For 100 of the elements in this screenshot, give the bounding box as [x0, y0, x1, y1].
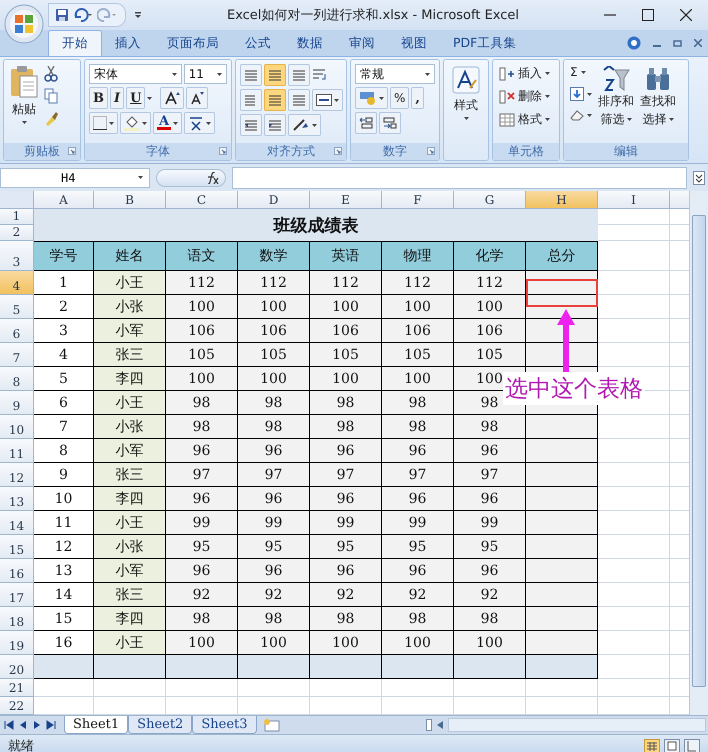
borders-button[interactable] [89, 112, 118, 134]
clear-button[interactable] [568, 108, 594, 122]
table-cell: 100 [238, 295, 310, 319]
increase-indent-button[interactable] [264, 114, 286, 136]
table-cell: 100 [238, 631, 310, 655]
row-header[interactable]: 6 [0, 319, 34, 343]
percent-button[interactable]: % [390, 87, 410, 109]
shrink-font-button[interactable] [186, 87, 208, 109]
sort-filter-button[interactable]: 排序和 筛选 [596, 64, 636, 139]
row-header[interactable]: 21 [0, 679, 34, 697]
table-cell: 100 [454, 631, 526, 655]
orientation-button[interactable] [288, 114, 321, 136]
table-cell: 8 [34, 439, 94, 463]
table-cell: 97 [238, 463, 310, 487]
table-cell: 98 [310, 607, 382, 631]
row-header[interactable]: 20 [0, 655, 34, 679]
row-header[interactable]: 9 [0, 391, 34, 415]
column-header[interactable]: A [34, 191, 94, 209]
row-header[interactable]: 13 [0, 487, 34, 511]
merge-center-button[interactable] [312, 89, 343, 111]
row-header[interactable]: 16 [0, 559, 34, 583]
font-color-button[interactable]: A [153, 112, 182, 134]
ribbon-tab[interactable]: PDF工具集 [440, 31, 530, 56]
table-cell: 98 [238, 607, 310, 631]
row-header[interactable]: 7 [0, 343, 34, 367]
font-name-dropdown[interactable]: 宋体 [89, 64, 182, 84]
paste-button[interactable]: 粘贴 [8, 64, 40, 139]
align-right-button[interactable] [288, 89, 310, 111]
table-cell: 95 [238, 535, 310, 559]
ribbon-tab[interactable]: 审阅 [336, 31, 388, 56]
align-left-button[interactable] [240, 89, 262, 111]
caret-icon [425, 72, 430, 76]
row-header[interactable]: 14 [0, 511, 34, 535]
grow-font-button[interactable] [160, 87, 184, 109]
customize-toolbar-icon [134, 10, 142, 20]
merge-center-icon [316, 94, 332, 106]
row-header[interactable]: 22 [0, 697, 34, 715]
ribbon-tab[interactable]: 数据 [284, 31, 336, 56]
autosum-button[interactable]: Σ [568, 64, 594, 80]
ribbon-tab[interactable]: 页面布局 [154, 31, 232, 56]
comma-button[interactable]: , [411, 87, 424, 109]
row-header[interactable]: 10 [0, 415, 34, 439]
row-header[interactable]: 3 [0, 241, 34, 271]
align-middle-button[interactable] [264, 64, 286, 86]
row-header[interactable]: 8 [0, 367, 34, 391]
table-cell: 李四 [94, 367, 166, 391]
sheet-tab[interactable]: Sheet2 [128, 716, 192, 734]
find-select-button[interactable]: 查找和 选择 [638, 64, 678, 139]
caret-icon [147, 96, 152, 100]
row-header[interactable]: 15 [0, 535, 34, 559]
column-header[interactable]: I [598, 191, 670, 209]
table-cell [526, 559, 598, 583]
sheet-tab[interactable]: Sheet1 [64, 716, 128, 734]
column-header[interactable]: D [238, 191, 310, 209]
row-header[interactable]: 11 [0, 439, 34, 463]
column-header[interactable]: H [526, 191, 598, 209]
name-box[interactable]: H4 [0, 168, 150, 188]
align-top-button[interactable] [240, 64, 262, 86]
delete-cells-button[interactable]: 删除 [497, 87, 555, 106]
font-size-dropdown[interactable]: 11 [184, 64, 227, 84]
grow-font-icon [164, 91, 180, 105]
ribbon-tab[interactable]: 开始 [48, 30, 102, 56]
center-button[interactable] [264, 89, 286, 111]
vertical-scrollbar[interactable] [689, 191, 708, 715]
decrease-decimal-button[interactable] [379, 112, 401, 134]
row-header[interactable]: 17 [0, 583, 34, 607]
italic-button[interactable]: I [110, 87, 124, 109]
table-cell [454, 655, 526, 679]
row-header[interactable]: 5 [0, 295, 34, 319]
decrease-indent-button[interactable] [240, 114, 262, 136]
phonetic-guide-button[interactable] [184, 112, 215, 134]
increase-decimal-button[interactable] [355, 112, 377, 134]
format-cells-button[interactable]: 格式 [497, 110, 555, 129]
column-header[interactable]: G [454, 191, 526, 209]
sheet-tab[interactable]: Sheet3 [192, 716, 257, 734]
horizontal-scrollbar[interactable] [426, 718, 706, 732]
column-header[interactable]: F [382, 191, 454, 209]
table-cell: 小张 [94, 295, 166, 319]
bold-button[interactable]: B [89, 87, 108, 109]
number-format-dropdown[interactable]: 常规 [355, 64, 435, 84]
row-header[interactable]: 2 [0, 225, 34, 241]
row-header[interactable]: 18 [0, 607, 34, 631]
formula-field[interactable] [232, 166, 687, 188]
row-header[interactable]: 19 [0, 631, 34, 655]
column-header[interactable]: E [310, 191, 382, 209]
align-bottom-button[interactable] [288, 64, 310, 86]
row-header[interactable]: 1 [0, 209, 34, 225]
ribbon-tab[interactable]: 插入 [102, 31, 154, 56]
column-header[interactable]: B [94, 191, 166, 209]
row-header[interactable]: 4 [0, 271, 34, 295]
ribbon-tab[interactable]: 视图 [388, 31, 440, 56]
fill-button[interactable] [568, 86, 594, 102]
insert-function-button[interactable] [156, 168, 226, 186]
insert-cells-button[interactable]: 插入 [497, 64, 555, 83]
ribbon-tab[interactable]: 公式 [232, 31, 284, 56]
underline-button[interactable]: U [126, 87, 146, 109]
fill-color-button[interactable] [120, 112, 151, 134]
column-header[interactable]: C [166, 191, 238, 209]
row-header[interactable]: 12 [0, 463, 34, 487]
table-cell: 100 [310, 631, 382, 655]
